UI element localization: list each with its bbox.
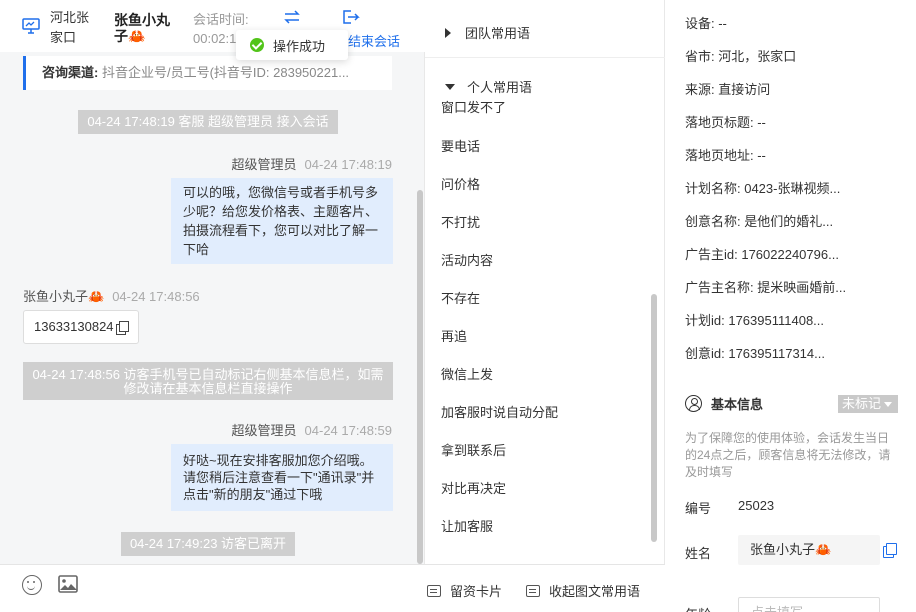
system-message: 04-24 17:48:56 访客手机号已自动标记右侧基本信息栏，如需修改请在基… <box>23 362 393 400</box>
phrase-item[interactable]: 问价格 <box>441 174 480 193</box>
phrase-item[interactable]: 不存在 <box>441 288 480 307</box>
success-toast: 操作成功 <box>236 30 348 60</box>
channel-label: 咨询渠道: <box>42 65 99 80</box>
chat-input-toolbar <box>0 564 425 612</box>
chat-scrollbar[interactable] <box>417 190 423 564</box>
message-time: 04-24 17:48:59 <box>304 423 392 438</box>
chat-console: 河北张家口 张鱼小丸子🦀 会话时间: 00:02:1 结束会话 咨询渠道: 抖音… <box>0 0 916 612</box>
message-time: 04-24 17:48:19 <box>304 157 392 172</box>
info-landing-url: 落地页地址: -- <box>685 148 766 163</box>
phrase-group-personal[interactable]: 个人常用语 <box>445 77 532 96</box>
lead-card-label: 留资卡片 <box>450 584 503 599</box>
phrase-item[interactable]: 再追 <box>441 326 467 345</box>
system-message: 04-24 17:48:19 客服 超级管理员 接入会话 <box>78 110 338 134</box>
message-time: 04-24 17:48:56 <box>112 289 200 304</box>
name-field[interactable]: 张鱼小丸子🦀 <box>738 535 880 565</box>
transfer-icon[interactable] <box>283 9 301 25</box>
phrase-group-label: 团队常用语 <box>465 26 531 41</box>
image-icon[interactable] <box>58 575 78 593</box>
info-landing-title: 落地页标题: -- <box>685 115 766 130</box>
age-label: 年龄 <box>685 604 711 612</box>
phrase-group-team[interactable]: 团队常用语 <box>445 23 530 42</box>
system-message: 04-24 17:49:23 访客已离开 <box>121 532 295 556</box>
copy-icon[interactable] <box>883 543 897 558</box>
info-creative-id: 创意id: 176395117314... <box>685 346 825 361</box>
info-source: 来源: 直接访问 <box>685 82 771 97</box>
info-device: 设备: -- <box>685 16 727 31</box>
agent-message-bubble: 可以的哦，您微信号或者手机号多少呢？给您发价格表、主题客片、拍摄流程看下，您可以… <box>171 178 393 264</box>
phrase-item[interactable]: 微信上发 <box>441 364 493 383</box>
sender-name: 超级管理员 <box>231 157 297 172</box>
sender-name: 超级管理员 <box>231 423 297 438</box>
visitor-message-text: 13633130824 <box>34 319 114 334</box>
end-session-icon[interactable] <box>342 9 360 25</box>
message-sender: 超级管理员 04-24 17:48:19 <box>232 154 392 173</box>
monitor-icon <box>22 18 40 34</box>
info-province: 省市: 河北，张家口 <box>685 49 797 64</box>
consult-channel: 咨询渠道: 抖音企业号/员工号(抖音号ID: 283950221... <box>23 56 392 90</box>
tag-select-value: 未标记 <box>842 396 882 411</box>
user-icon <box>685 395 702 412</box>
message-sender: 张鱼小丸子🦀 04-24 17:48:56 <box>23 286 200 305</box>
session-time-value: 00:02:1 <box>193 31 237 46</box>
age-field[interactable] <box>738 597 880 612</box>
tag-select[interactable]: 未标记 <box>838 395 898 413</box>
info-plan-id: 计划id: 176395111408... <box>685 313 825 328</box>
card-icon <box>427 584 441 597</box>
basic-info-heading: 基本信息 <box>685 394 763 413</box>
toast-text: 操作成功 <box>273 38 326 54</box>
caret-right-icon <box>445 27 451 38</box>
phrase-item[interactable]: 拿到联系后 <box>441 440 506 459</box>
phrase-item[interactable]: 让加客服 <box>441 516 493 535</box>
sender-name: 张鱼小丸子🦀 <box>23 289 105 304</box>
phrases-toolbar: 留资卡片 收起图文常用语 <box>425 564 665 612</box>
chevron-down-icon <box>884 401 893 407</box>
phrase-item[interactable]: 不打扰 <box>441 212 480 231</box>
visitor-region: 河北张家口 <box>50 10 90 45</box>
agent-message-bubble: 好哒~现在安排客服加您介绍哦。请您稍后注意查看一下"通讯录"并点击"新的朋友"通… <box>171 444 393 511</box>
name-label: 姓名 <box>685 546 712 561</box>
check-icon <box>250 38 264 52</box>
phrases-scrollbar[interactable] <box>651 294 657 542</box>
edit-notice: 为了保障您的使用体验，会话发生当日的24点之后，顾客信息将无法修改，请及时填写 <box>685 431 891 479</box>
visitor-name: 张鱼小丸子🦀 <box>114 12 170 44</box>
channel-value: 抖音企业号/员工号(抖音号ID: 283950221... <box>101 65 350 80</box>
phrase-group-label: 个人常用语 <box>467 80 533 95</box>
phrase-item[interactable]: 活动内容 <box>441 250 493 269</box>
basic-info-title: 基本信息 <box>711 397 764 412</box>
session-time-label: 会话时间: <box>193 12 249 27</box>
phrase-item[interactable]: 窗口发不了 <box>441 97 506 116</box>
info-advertiser-name: 广告主名称: 提米映画婚前... <box>685 280 847 295</box>
collapse-phrases-label: 收起图文常用语 <box>549 584 641 599</box>
info-advertiser-id: 广告主id: 176022240796... <box>685 247 839 262</box>
phrase-item[interactable]: 要电话 <box>441 136 480 155</box>
lead-card-button[interactable]: 留资卡片 <box>427 581 502 600</box>
caret-down-icon <box>445 83 455 90</box>
number-value: 25023 <box>738 498 775 513</box>
emoji-icon[interactable] <box>22 575 42 595</box>
chat-panel: 河北张家口 张鱼小丸子🦀 会话时间: 00:02:1 结束会话 咨询渠道: 抖音… <box>0 0 425 612</box>
phrase-item[interactable]: 加客服时说自动分配 <box>441 402 558 421</box>
divider <box>425 57 665 58</box>
end-session-button[interactable]: 结束会话 <box>348 31 400 50</box>
card-icon <box>526 584 540 597</box>
phrase-item[interactable]: 对比再决定 <box>441 478 506 497</box>
quick-phrases-panel: 团队常用语 个人常用语 窗口发不了 要电话 问价格 不打扰 活动内容 不存在 再… <box>425 0 665 612</box>
info-plan-name: 计划名称: 0423-张琳视频... <box>685 181 841 196</box>
chat-header: 河北张家口 张鱼小丸子🦀 会话时间: 00:02:1 结束会话 <box>0 0 425 52</box>
info-creative-name: 创意名称: 是他们的婚礼... <box>685 214 834 229</box>
number-label: 编号 <box>685 501 712 516</box>
copy-icon[interactable] <box>115 321 129 335</box>
visitor-info-panel: 设备: -- 省市: 河北，张家口 来源: 直接访问 落地页标题: -- 落地页… <box>665 0 916 612</box>
visitor-message-bubble: 13633130824 <box>23 310 139 344</box>
collapse-phrases-button[interactable]: 收起图文常用语 <box>526 581 640 600</box>
message-sender: 超级管理员 04-24 17:48:59 <box>232 420 392 439</box>
